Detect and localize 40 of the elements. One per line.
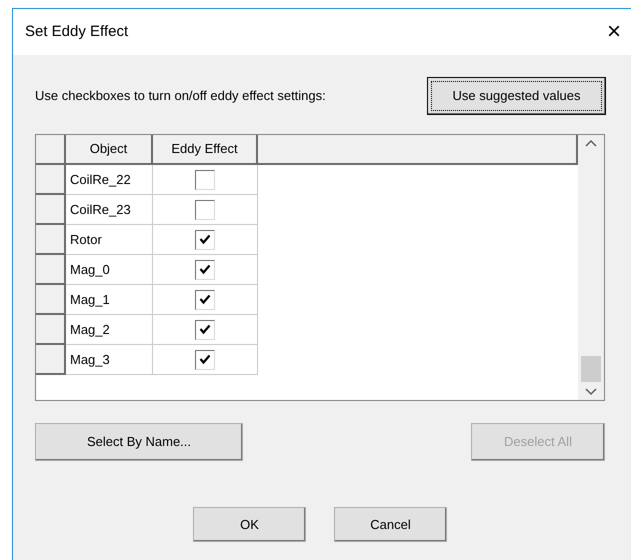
column-header[interactable]: Object	[66, 135, 153, 165]
check-icon	[199, 234, 211, 245]
row-header[interactable]	[36, 165, 66, 195]
scrollbar-thumb[interactable]	[581, 356, 601, 382]
check-icon	[199, 264, 211, 275]
close-button[interactable]: ×	[606, 20, 621, 44]
check-icon	[199, 294, 211, 305]
checkbox[interactable]	[195, 230, 215, 250]
checkbox[interactable]	[195, 320, 215, 340]
table-cell: CoilRe_23	[66, 195, 153, 225]
table-cell: Mag_0	[66, 255, 153, 285]
instruction-text: Use checkboxes to turn on/off eddy effect settings:	[35, 87, 326, 106]
table-cell: Mag_3	[66, 345, 153, 375]
row-header[interactable]	[36, 225, 66, 255]
row-header[interactable]	[36, 255, 66, 285]
scrollbar[interactable]	[578, 135, 604, 400]
checkbox[interactable]	[195, 290, 215, 310]
check-icon	[199, 324, 211, 335]
suggested-values-button[interactable]: Use suggested values	[427, 77, 606, 115]
row-header[interactable]	[36, 345, 66, 375]
checkbox[interactable]	[195, 170, 215, 190]
table-cell: Rotor	[66, 225, 153, 255]
checkbox[interactable]	[195, 200, 215, 220]
window-title: Set Eddy Effect	[25, 22, 128, 42]
row-header[interactable]	[36, 315, 66, 345]
table-cell: Mag_2	[66, 315, 153, 345]
scroll-down-icon[interactable]	[585, 388, 597, 396]
scroll-up-icon[interactable]	[585, 139, 597, 147]
check-icon	[199, 354, 211, 365]
cancel-button[interactable]: Cancel	[334, 507, 447, 542]
row-header[interactable]	[36, 195, 66, 225]
corner-header	[36, 135, 66, 165]
select-by-name-button[interactable]: Select By Name...	[35, 423, 243, 461]
checkbox[interactable]	[195, 260, 215, 280]
table-cell: CoilRe_22	[66, 165, 153, 195]
row-header[interactable]	[36, 285, 66, 315]
table-cell: Mag_1	[66, 285, 153, 315]
checkbox[interactable]	[195, 350, 215, 370]
ok-button[interactable]: OK	[193, 507, 306, 542]
column-header[interactable]: Eddy Effect	[153, 135, 258, 165]
